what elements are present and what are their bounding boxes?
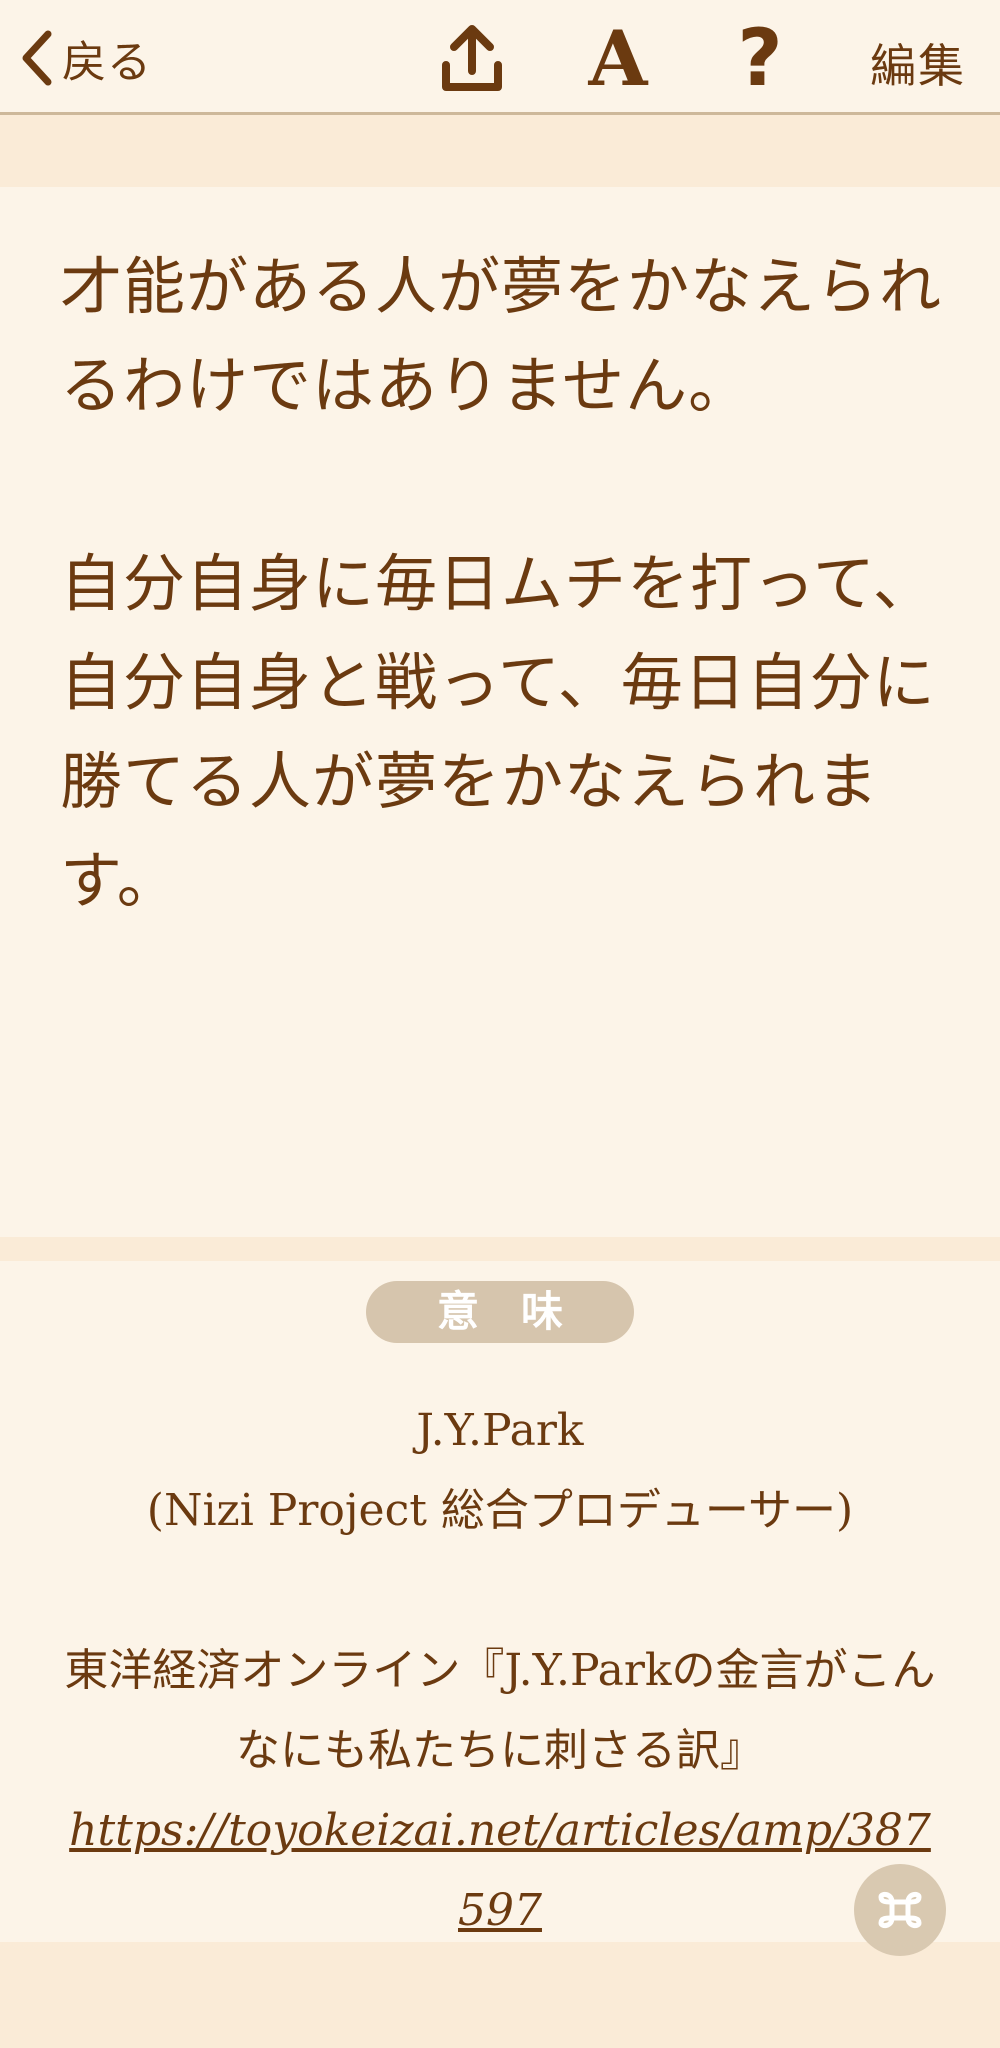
command-key-icon [878, 1891, 922, 1929]
quote-paragraph-2: 自分自身に毎日ムチを打って、自分自身と戦って、毎日自分に勝てる人が夢をかなえられ… [60, 547, 936, 917]
share-button[interactable] [436, 22, 508, 96]
author-name: J.Y.Park [416, 1405, 584, 1456]
author-role: (Nizi Project 総合プロデューサー) [146, 1485, 854, 1536]
help-button[interactable]: ? [730, 14, 790, 104]
font-size-icon: A [588, 14, 648, 103]
top-toolbar: 戻る A ? 編集 [0, 0, 1000, 115]
source-link[interactable]: https://toyokeizai.net/articles/amp/3875… [69, 1805, 931, 1936]
top-spacer-band [0, 115, 1000, 187]
meaning-section: 意味 J.Y.Park (Nizi Project 総合プロデューサー) 東洋経… [0, 1261, 1000, 1942]
meaning-spacer [60, 1551, 940, 1631]
back-label: 戻る [62, 37, 152, 88]
chevron-left-icon [22, 30, 52, 86]
section-divider-band [0, 1237, 1000, 1261]
source-title: 東洋経済オンライン『J.Y.Parkの金言がこんなにも私たちに刺さる訳』 [64, 1645, 936, 1776]
back-button[interactable]: 戻る [20, 26, 152, 90]
command-button[interactable] [854, 1864, 946, 1956]
quote-text: 才能がある人が夢をかなえられるわけではありません。 自分自身に毎日ムチを打って、… [60, 237, 950, 930]
help-question-icon: ? [737, 14, 783, 104]
font-size-button[interactable]: A [580, 14, 656, 103]
share-upload-icon [442, 25, 502, 91]
quote-paragraph-1: 才能がある人が夢をかなえられるわけではありません。 [60, 250, 943, 422]
meaning-badge: 意味 [366, 1281, 634, 1343]
edit-button[interactable]: 編集 [870, 30, 966, 96]
meaning-text: J.Y.Park (Nizi Project 総合プロデューサー) 東洋経済オン… [60, 1391, 940, 1951]
bottom-band [0, 1942, 1000, 2048]
